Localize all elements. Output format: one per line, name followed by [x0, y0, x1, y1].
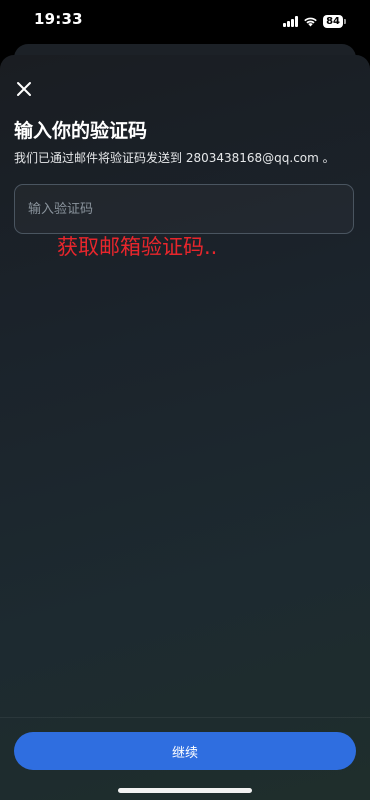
wifi-icon — [303, 12, 318, 31]
page-title: 输入你的验证码 — [14, 120, 148, 142]
verification-code-input[interactable] — [14, 184, 354, 234]
status-bar: 19:33 84 — [0, 0, 370, 44]
battery-level: 84 — [323, 15, 343, 28]
divider — [0, 717, 370, 718]
annotation-text: 获取邮箱验证码.. — [57, 235, 218, 259]
signal-icon — [283, 16, 299, 27]
verification-sheet: 输入你的验证码 我们已通过邮件将验证码发送到 2803438168@qq.com… — [0, 55, 370, 800]
continue-button[interactable]: 继续 — [14, 732, 356, 770]
close-icon[interactable] — [14, 79, 34, 99]
home-indicator[interactable] — [118, 788, 252, 793]
status-time: 19:33 — [34, 10, 83, 28]
battery-icon: 84 — [323, 15, 346, 28]
email-sent-message: 我们已通过邮件将验证码发送到 2803438168@qq.com 。 — [14, 151, 335, 165]
status-icons: 84 — [283, 12, 346, 31]
